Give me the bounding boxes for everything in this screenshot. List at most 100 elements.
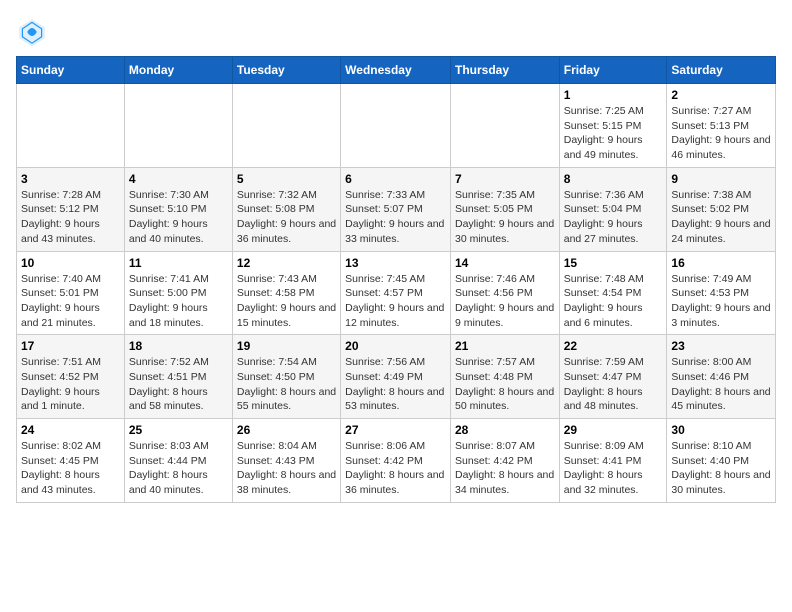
calendar-cell: 24 Sunrise: 8:02 AM Sunset: 4:45 PM Dayli… — [17, 419, 125, 503]
day-number: 3 — [21, 172, 120, 186]
day-info: Sunrise: 8:04 AM Sunset: 4:43 PM Dayligh… — [237, 439, 336, 498]
day-info: Sunrise: 8:03 AM Sunset: 4:44 PM Dayligh… — [129, 439, 228, 498]
calendar-cell: 3 Sunrise: 7:28 AM Sunset: 5:12 PM Daylig… — [17, 167, 125, 251]
calendar-header-thursday: Thursday — [450, 57, 559, 84]
calendar-week-4: 17Sunrise: 7:51 AM Sunset: 4:52 PM Dayli… — [17, 335, 776, 419]
day-number: 2 — [671, 88, 771, 102]
day-number: 11 — [129, 256, 228, 270]
calendar-week-5: 24 Sunrise: 8:02 AM Sunset: 4:45 PM Dayli… — [17, 419, 776, 503]
calendar-cell: 6 Sunrise: 7:33 AM Sunset: 5:07 PM Daylig… — [341, 167, 451, 251]
day-number: 18 — [129, 339, 228, 353]
day-info: Sunrise: 7:41 AM Sunset: 5:00 PM Dayligh… — [129, 272, 228, 331]
day-info: Sunrise: 8:02 AM Sunset: 4:45 PM Dayligh… — [21, 439, 120, 498]
day-info: Sunrise: 7:46 AM Sunset: 4:56 PM Dayligh… — [455, 272, 555, 331]
calendar-cell: 16 Sunrise: 7:49 AM Sunset: 4:53 PM Dayli… — [667, 251, 776, 335]
day-info: Sunrise: 7:27 AM Sunset: 5:13 PM Dayligh… — [671, 104, 771, 163]
calendar-cell: 11 Sunrise: 7:41 AM Sunset: 5:00 PM Dayli… — [124, 251, 232, 335]
day-info: Sunrise: 7:54 AM Sunset: 4:50 PM Dayligh… — [237, 355, 336, 414]
day-number: 26 — [237, 423, 336, 437]
day-info: Sunrise: 7:36 AM Sunset: 5:04 PM Dayligh… — [564, 188, 663, 247]
calendar-cell: 5Sunrise: 7:32 AM Sunset: 5:08 PM Daylig… — [232, 167, 340, 251]
day-info: Sunrise: 8:06 AM Sunset: 4:42 PM Dayligh… — [345, 439, 446, 498]
day-info: Sunrise: 7:38 AM Sunset: 5:02 PM Dayligh… — [671, 188, 771, 247]
day-info: Sunrise: 7:52 AM Sunset: 4:51 PM Dayligh… — [129, 355, 228, 414]
day-info: Sunrise: 7:48 AM Sunset: 4:54 PM Dayligh… — [564, 272, 663, 331]
logo — [16, 16, 52, 48]
day-number: 28 — [455, 423, 555, 437]
calendar-cell: 17Sunrise: 7:51 AM Sunset: 4:52 PM Dayli… — [17, 335, 125, 419]
day-info: Sunrise: 7:56 AM Sunset: 4:49 PM Dayligh… — [345, 355, 446, 414]
day-number: 13 — [345, 256, 446, 270]
day-number: 23 — [671, 339, 771, 353]
calendar-cell: 10Sunrise: 7:40 AM Sunset: 5:01 PM Dayli… — [17, 251, 125, 335]
day-info: Sunrise: 7:33 AM Sunset: 5:07 PM Dayligh… — [345, 188, 446, 247]
day-info: Sunrise: 7:49 AM Sunset: 4:53 PM Dayligh… — [671, 272, 771, 331]
calendar-week-2: 3 Sunrise: 7:28 AM Sunset: 5:12 PM Daylig… — [17, 167, 776, 251]
calendar-week-1: 1 Sunrise: 7:25 AM Sunset: 5:15 PM Daylig… — [17, 84, 776, 168]
calendar-cell — [232, 84, 340, 168]
calendar-cell — [124, 84, 232, 168]
calendar-header-tuesday: Tuesday — [232, 57, 340, 84]
calendar-cell: 15 Sunrise: 7:48 AM Sunset: 4:54 PM Dayli… — [559, 251, 667, 335]
day-info: Sunrise: 7:43 AM Sunset: 4:58 PM Dayligh… — [237, 272, 336, 331]
day-info: Sunrise: 7:40 AM Sunset: 5:01 PM Dayligh… — [21, 272, 120, 331]
day-info: Sunrise: 7:28 AM Sunset: 5:12 PM Dayligh… — [21, 188, 120, 247]
day-number: 16 — [671, 256, 771, 270]
calendar-cell — [341, 84, 451, 168]
day-info: Sunrise: 8:00 AM Sunset: 4:46 PM Dayligh… — [671, 355, 771, 414]
calendar-cell: 20 Sunrise: 7:56 AM Sunset: 4:49 PM Dayli… — [341, 335, 451, 419]
day-info: Sunrise: 7:51 AM Sunset: 4:52 PM Dayligh… — [21, 355, 120, 414]
day-number: 8 — [564, 172, 663, 186]
calendar-cell: 14 Sunrise: 7:46 AM Sunset: 4:56 PM Dayli… — [450, 251, 559, 335]
day-number: 19 — [237, 339, 336, 353]
day-info: Sunrise: 8:10 AM Sunset: 4:40 PM Dayligh… — [671, 439, 771, 498]
calendar-cell: 19 Sunrise: 7:54 AM Sunset: 4:50 PM Dayli… — [232, 335, 340, 419]
calendar-header-friday: Friday — [559, 57, 667, 84]
calendar-cell: 7Sunrise: 7:35 AM Sunset: 5:05 PM Daylig… — [450, 167, 559, 251]
calendar-cell: 1 Sunrise: 7:25 AM Sunset: 5:15 PM Daylig… — [559, 84, 667, 168]
day-info: Sunrise: 7:32 AM Sunset: 5:08 PM Dayligh… — [237, 188, 336, 247]
calendar-cell: 28 Sunrise: 8:07 AM Sunset: 4:42 PM Dayli… — [450, 419, 559, 503]
calendar-header-saturday: Saturday — [667, 57, 776, 84]
calendar-cell: 13 Sunrise: 7:45 AM Sunset: 4:57 PM Dayli… — [341, 251, 451, 335]
day-number: 12 — [237, 256, 336, 270]
day-number: 15 — [564, 256, 663, 270]
calendar-cell: 8 Sunrise: 7:36 AM Sunset: 5:04 PM Daylig… — [559, 167, 667, 251]
day-info: Sunrise: 7:25 AM Sunset: 5:15 PM Dayligh… — [564, 104, 663, 163]
calendar-header-monday: Monday — [124, 57, 232, 84]
day-number: 1 — [564, 88, 663, 102]
calendar-cell: 12 Sunrise: 7:43 AM Sunset: 4:58 PM Dayli… — [232, 251, 340, 335]
calendar-cell: 30 Sunrise: 8:10 AM Sunset: 4:40 PM Dayli… — [667, 419, 776, 503]
day-number: 24 — [21, 423, 120, 437]
calendar-cell: 27 Sunrise: 8:06 AM Sunset: 4:42 PM Dayli… — [341, 419, 451, 503]
calendar-cell: 4Sunrise: 7:30 AM Sunset: 5:10 PM Daylig… — [124, 167, 232, 251]
calendar-cell — [450, 84, 559, 168]
calendar-cell: 2 Sunrise: 7:27 AM Sunset: 5:13 PM Daylig… — [667, 84, 776, 168]
day-number: 25 — [129, 423, 228, 437]
day-info: Sunrise: 8:09 AM Sunset: 4:41 PM Dayligh… — [564, 439, 663, 498]
calendar-cell: 9 Sunrise: 7:38 AM Sunset: 5:02 PM Daylig… — [667, 167, 776, 251]
day-number: 30 — [671, 423, 771, 437]
day-info: Sunrise: 7:35 AM Sunset: 5:05 PM Dayligh… — [455, 188, 555, 247]
calendar-cell: 22Sunrise: 7:59 AM Sunset: 4:47 PM Dayli… — [559, 335, 667, 419]
day-number: 27 — [345, 423, 446, 437]
day-info: Sunrise: 7:45 AM Sunset: 4:57 PM Dayligh… — [345, 272, 446, 331]
page-header — [16, 16, 776, 48]
calendar-cell: 25 Sunrise: 8:03 AM Sunset: 4:44 PM Dayli… — [124, 419, 232, 503]
calendar-table: SundayMondayTuesdayWednesdayThursdayFrid… — [16, 56, 776, 503]
day-info: Sunrise: 7:30 AM Sunset: 5:10 PM Dayligh… — [129, 188, 228, 247]
calendar-header-row: SundayMondayTuesdayWednesdayThursdayFrid… — [17, 57, 776, 84]
calendar-cell: 26 Sunrise: 8:04 AM Sunset: 4:43 PM Dayli… — [232, 419, 340, 503]
day-number: 14 — [455, 256, 555, 270]
day-number: 20 — [345, 339, 446, 353]
day-number: 6 — [345, 172, 446, 186]
calendar-header-sunday: Sunday — [17, 57, 125, 84]
calendar-cell — [17, 84, 125, 168]
calendar-cell: 21Sunrise: 7:57 AM Sunset: 4:48 PM Dayli… — [450, 335, 559, 419]
day-number: 29 — [564, 423, 663, 437]
day-info: Sunrise: 7:59 AM Sunset: 4:47 PM Dayligh… — [564, 355, 663, 414]
logo-icon — [16, 16, 48, 48]
day-number: 21 — [455, 339, 555, 353]
day-info: Sunrise: 8:07 AM Sunset: 4:42 PM Dayligh… — [455, 439, 555, 498]
day-number: 9 — [671, 172, 771, 186]
